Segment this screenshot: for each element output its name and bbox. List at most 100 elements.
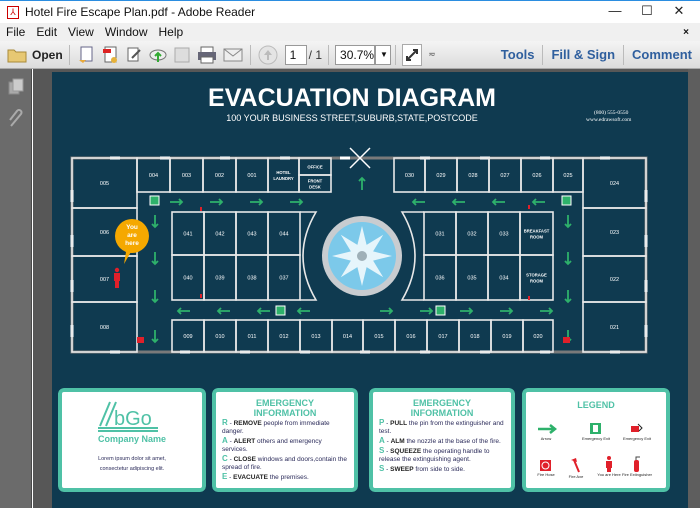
room-label: 005	[100, 181, 109, 187]
close-document-button[interactable]: ×	[677, 27, 694, 38]
company-panel: bGo Company Name Lorem ipsum dolor sit a…	[55, 385, 209, 495]
fire-extinguisher-icon	[528, 296, 530, 300]
race-item: A - ALERT others and emergency services.	[222, 436, 322, 454]
arrow-icon	[151, 330, 159, 344]
print-icon[interactable]	[196, 44, 218, 66]
page-number-input[interactable]: 1	[284, 44, 307, 65]
menu-file[interactable]: File	[0, 25, 30, 39]
race-item: E - EVACUATE the premises.	[222, 472, 309, 482]
room-label: 013	[311, 334, 320, 340]
fire-hose-icon	[137, 337, 144, 343]
legend-icons	[538, 423, 643, 473]
pass-title: EMERGENCY INFORMATION	[410, 398, 474, 418]
pass-panel: EMERGENCY INFORMATION P - PULL the pin f…	[366, 385, 518, 495]
previous-page-button[interactable]	[257, 44, 279, 66]
menu-help[interactable]: Help	[153, 25, 189, 39]
room-label: 043	[247, 232, 256, 238]
arrow-icon	[564, 252, 572, 266]
comment-button[interactable]: Comment	[624, 47, 700, 62]
navigation-panel	[0, 69, 32, 508]
window-title: Hotel Fire Escape Plan.pdf - Adobe Reade…	[25, 5, 256, 19]
person-icon	[114, 267, 120, 273]
menu-bar: File Edit View Window Help ×	[0, 23, 700, 41]
race-item: R - REMOVE people from immediate danger.	[222, 418, 330, 436]
pass-item: S - SQUEEZE the operating handle to rele…	[379, 446, 490, 464]
arrow-icon	[538, 424, 558, 434]
email-icon[interactable]	[222, 44, 244, 66]
pages-icon[interactable]	[8, 78, 24, 99]
pass-item: A - ALM the nozzle at the base of the fi…	[379, 436, 501, 446]
legend-panel: LEGEND Arrow Emergency Exit Emergency Ex…	[519, 385, 673, 495]
room-label: 035	[467, 276, 476, 282]
folder-icon[interactable]	[6, 44, 28, 66]
save-icon[interactable]	[172, 44, 192, 66]
emergency-exit-icon	[561, 195, 572, 206]
scrollbar[interactable]	[688, 69, 700, 508]
zoom-input[interactable]: 30.7%	[335, 44, 376, 65]
arrow-icon	[256, 307, 270, 315]
arrow-icon	[564, 290, 572, 304]
zoom-dropdown-icon[interactable]: ▼	[375, 44, 392, 65]
arrow-icon	[250, 198, 264, 206]
room-label: 007	[100, 277, 109, 283]
room-label: 025	[563, 173, 572, 179]
fit-page-icon[interactable]	[402, 43, 423, 66]
pdf-page: EVACUATION DIAGRAM 100 YOUR BUSINESS STR…	[52, 72, 688, 508]
more-options-icon[interactable]: ≂	[426, 44, 438, 66]
company-text: Lorem ipsum dolor sit amet, consectetur …	[98, 456, 166, 472]
edit-icon[interactable]	[124, 44, 144, 66]
arrow-icon	[358, 176, 366, 190]
fill-sign-button[interactable]: Fill & Sign	[543, 47, 623, 62]
open-button[interactable]: Open	[32, 44, 63, 66]
room-label: 006	[100, 230, 109, 236]
arrow-icon	[500, 307, 514, 315]
room-label: 033	[499, 232, 508, 238]
arrow-icon	[151, 215, 159, 229]
you-are-here-label: here	[125, 240, 139, 247]
create-pdf-icon[interactable]	[76, 44, 96, 66]
room-label: 017	[438, 334, 447, 340]
upload-cloud-icon[interactable]	[148, 44, 168, 66]
emergency-exit-fire-icon	[631, 423, 643, 432]
room	[519, 254, 554, 301]
room-label: 031	[435, 232, 444, 238]
room-label: 037	[279, 276, 288, 282]
attachment-icon[interactable]	[8, 109, 24, 132]
room-label: HOTEL	[276, 170, 291, 175]
close-button[interactable]: ✕	[664, 3, 694, 19]
room-label: 012	[279, 334, 288, 340]
room-label: 015	[374, 334, 383, 340]
tools-button[interactable]: Tools	[493, 47, 543, 62]
menu-window[interactable]: Window	[99, 25, 153, 39]
room-label: 041	[183, 232, 192, 238]
room-label: LAUNDRY	[273, 176, 294, 181]
fire-hose-icon	[563, 337, 570, 343]
minimize-button[interactable]: —	[600, 3, 630, 18]
room-label: 004	[149, 173, 158, 179]
room-label: 016	[406, 334, 415, 340]
menu-edit[interactable]: Edit	[30, 25, 62, 39]
maximize-button[interactable]: ☐	[632, 3, 662, 19]
arrow-icon	[170, 198, 184, 206]
page-total: / 1	[308, 47, 323, 62]
you-are-here-icon	[606, 456, 612, 472]
room-label: 040	[183, 276, 192, 282]
pdf-icon: ⅄	[7, 5, 19, 19]
room-label: 034	[499, 276, 508, 282]
room-label: 019	[502, 334, 511, 340]
fire-extinguisher-icon	[200, 207, 202, 211]
menu-view[interactable]: View	[62, 25, 99, 39]
room-label: 002	[215, 173, 224, 179]
room-label: 039	[215, 276, 224, 282]
export-pdf-icon[interactable]	[100, 44, 120, 66]
room-label: 023	[610, 230, 619, 236]
emergency-exit-icon	[149, 195, 160, 206]
room-label: 042	[215, 232, 224, 238]
room-label: 036	[435, 276, 444, 282]
room-label: 003	[182, 173, 191, 179]
room-label: 021	[610, 325, 619, 331]
person-icon	[114, 273, 120, 281]
arrow-icon	[176, 307, 190, 315]
fire-hose-icon	[540, 460, 551, 471]
room-label: 027	[500, 173, 509, 179]
